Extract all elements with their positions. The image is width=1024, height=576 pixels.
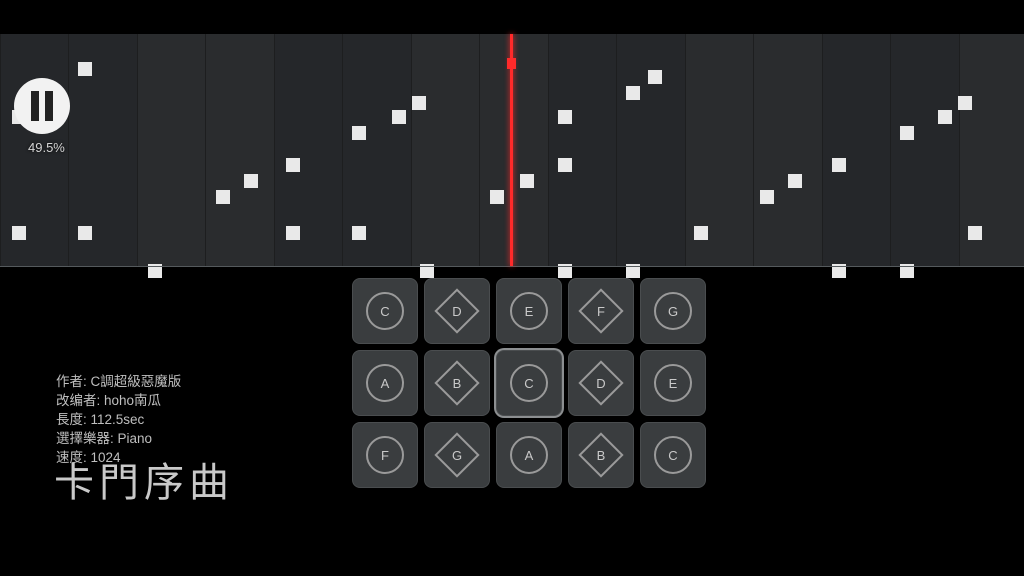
note-block: [788, 174, 802, 188]
note-block: [832, 158, 846, 172]
key-b-r1[interactable]: B: [424, 350, 490, 416]
note-block: [520, 174, 534, 188]
note-block: [626, 86, 640, 100]
info-author: 作者: C調超級惡魔版: [56, 372, 181, 391]
key-label: G: [452, 448, 462, 463]
note-block: [392, 110, 406, 124]
info-arranger: 改编者: hoho南瓜: [56, 391, 181, 410]
key-d-r0[interactable]: D: [424, 278, 490, 344]
note-block: [648, 70, 662, 84]
lane-column: [205, 34, 274, 266]
info-length: 長度: 112.5sec: [56, 410, 181, 429]
note-block: [938, 110, 952, 124]
note-block: [286, 158, 300, 172]
info-instrument: 選擇樂器: Piano: [56, 429, 181, 448]
key-c-r0[interactable]: C: [352, 278, 418, 344]
lane-column: [753, 34, 822, 266]
lane-column: [548, 34, 617, 266]
key-label: A: [525, 448, 534, 463]
song-title: 卡門序曲: [54, 450, 234, 508]
note-block: [352, 126, 366, 140]
key-label: B: [453, 376, 462, 391]
progress-text: 49.5%: [28, 140, 65, 155]
note-block: [352, 226, 366, 240]
key-label: A: [381, 376, 390, 391]
key-label: C: [380, 304, 389, 319]
note-block: [244, 174, 258, 188]
key-e-r1[interactable]: E: [640, 350, 706, 416]
key-e-r0[interactable]: E: [496, 278, 562, 344]
key-f-r2[interactable]: F: [352, 422, 418, 488]
pause-icon: [45, 91, 53, 121]
lane-column: [274, 34, 343, 266]
key-label: D: [452, 304, 461, 319]
playhead-tick: [507, 58, 516, 69]
key-c-r1[interactable]: C: [496, 350, 562, 416]
key-c-r2[interactable]: C: [640, 422, 706, 488]
note-block: [760, 190, 774, 204]
key-label: E: [525, 304, 534, 319]
key-label: D: [596, 376, 605, 391]
key-b-r2[interactable]: B: [568, 422, 634, 488]
note-block: [412, 96, 426, 110]
key-label: F: [381, 448, 389, 463]
key-f-r0[interactable]: F: [568, 278, 634, 344]
note-block: [286, 226, 300, 240]
key-label: B: [597, 448, 606, 463]
lane-column: [890, 34, 959, 266]
key-g-r2[interactable]: G: [424, 422, 490, 488]
note-block: [78, 62, 92, 76]
note-block: [78, 226, 92, 240]
note-block: [558, 158, 572, 172]
keypad: C D E F G A B C D E F G A B C: [352, 278, 704, 486]
key-label: G: [668, 304, 678, 319]
note-block: [216, 190, 230, 204]
key-label: F: [597, 304, 605, 319]
note-block: [958, 96, 972, 110]
note-block: [968, 226, 982, 240]
note-block: [900, 126, 914, 140]
key-g-r0[interactable]: G: [640, 278, 706, 344]
lane-column: [137, 34, 206, 266]
playhead: [510, 34, 513, 266]
lane-column: [822, 34, 891, 266]
key-d-r1[interactable]: D: [568, 350, 634, 416]
note-block: [12, 226, 26, 240]
lane-divider: [0, 266, 1024, 267]
lane-column: [616, 34, 685, 266]
lane-column: [411, 34, 480, 266]
pause-icon: [31, 91, 39, 121]
note-block: [694, 226, 708, 240]
note-block: [558, 110, 572, 124]
key-label: E: [669, 376, 678, 391]
pause-button[interactable]: [14, 78, 70, 134]
key-a-r1[interactable]: A: [352, 350, 418, 416]
key-a-r2[interactable]: A: [496, 422, 562, 488]
key-label: C: [668, 448, 677, 463]
key-label: C: [524, 376, 533, 391]
note-block: [490, 190, 504, 204]
